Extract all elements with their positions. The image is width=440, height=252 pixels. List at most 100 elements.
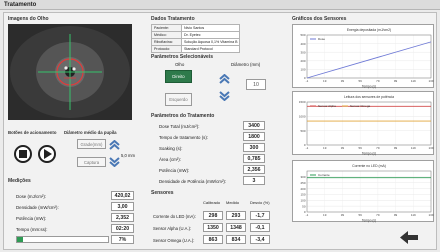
protocol-value: Standard Protocol: [180, 45, 241, 53]
chevron-down-icon[interactable]: [109, 157, 120, 167]
param-power-label: Potência (mW):: [159, 168, 190, 173]
doctor-label: Médico:: [151, 31, 182, 39]
x-axis-label: Tempo (s): [362, 85, 376, 89]
x-tick-label: 99: [394, 146, 398, 150]
x-tick-label: 139: [428, 213, 433, 217]
treatment-time-value: 1800: [243, 132, 265, 141]
legend-label: Corrente: [318, 173, 330, 177]
x-tick-label: 139: [428, 79, 433, 83]
alpha-deviation: -0,1: [250, 223, 270, 232]
y-tick-label: 100: [300, 198, 305, 202]
legend-label: Sensor Omega: [350, 104, 371, 108]
header-deviation: Desvio (%): [250, 200, 270, 205]
x-tick-label: 39: [341, 79, 345, 83]
soaking-value: 300: [243, 143, 265, 152]
x-tick-label: 139: [428, 146, 433, 150]
capture-button[interactable]: Captura: [77, 157, 106, 167]
x-tick-label: 59: [358, 213, 362, 217]
power-label: Potência (mW):: [16, 216, 47, 221]
x-tick-label: 99: [394, 79, 398, 83]
protocol-label: Protocolo:: [151, 45, 182, 53]
power-sensors-graph-svg: Leitura dos sensores de potência05001000…: [299, 95, 434, 156]
y-tick-label: 200: [300, 59, 305, 63]
right-eye-button[interactable]: Direito: [165, 70, 192, 83]
dose-label: Dose (mJ/cm²):: [16, 194, 47, 199]
x-tick-label: 19: [323, 213, 327, 217]
y-tick-label: 400: [300, 42, 305, 46]
treatment-time-label: Tempo de tratamento (s):: [159, 135, 209, 140]
total-dose-value: 3400: [243, 121, 265, 130]
time-value: 02:20: [111, 224, 134, 233]
plot-area: [306, 34, 432, 79]
area-label: Área (cm²):: [159, 157, 181, 162]
dose-value: 420,02: [111, 191, 134, 200]
led-current-graph: Corrente no LED (mA) 0 50 100 150 200 250 300 -1…: [292, 160, 434, 223]
led-current-graph-svg: Corrente no LED (mA)050100150200250300-1…: [300, 164, 433, 223]
back-button[interactable]: [398, 230, 420, 245]
diameter-down-icon[interactable]: [219, 91, 230, 101]
x-tick-label: 19: [323, 79, 327, 83]
play-button[interactable]: [38, 145, 56, 163]
power-sensors-graph: Leitura dos sensores de potência 0 500 1000…: [292, 91, 434, 156]
chart-title: Corrente no LED (mA): [352, 164, 386, 168]
riboflavin-label: Riboflavina:: [151, 38, 182, 46]
x-axis-label: Tempo (s): [362, 219, 376, 223]
selectable-params-title: Parâmetros Selecionáveis: [151, 54, 213, 60]
progress-value: 7%: [111, 235, 134, 244]
table-row: Protocolo: Standard Protocol: [151, 45, 241, 53]
x-tick-label: 59: [358, 79, 362, 83]
density-label: Densidade (mW/cm²):: [16, 205, 59, 210]
header-calibrated: Calibrado: [203, 200, 221, 205]
x-tick-label: -1: [306, 213, 309, 217]
alpha-calibrated: 1350: [203, 223, 223, 232]
diameter-up-icon[interactable]: [219, 74, 230, 84]
legend-label: Sensor Alpha: [318, 104, 336, 108]
y-tick-label: 300: [300, 175, 305, 179]
table-row: Riboflavina: Solução Aquosa 0,1% Vitamina…: [151, 38, 241, 46]
density-value: 3,00: [111, 202, 134, 211]
patient-value: Nivio Santos: [180, 24, 241, 32]
treatment-data-table: Paciente: Nivio Santos Médico: Dr. Eyetec …: [151, 24, 241, 53]
x-tick-label: 79: [376, 146, 380, 150]
grid-button[interactable]: Grade(mm): [77, 139, 106, 149]
x-tick-label: -1: [306, 79, 309, 83]
y-tick-label: 500: [300, 129, 305, 133]
power-density-label: Densidade de Potência (mW/cm²):: [159, 179, 227, 184]
treatment-data-title: Dados Tratamento: [151, 16, 195, 22]
measurements-title: Medições: [8, 178, 31, 184]
window-title: Tratamento: [0, 0, 440, 10]
y-tick-label: 1000: [299, 115, 306, 119]
action-buttons-title: Botões de acionamento: [8, 130, 57, 135]
progress-fill: [17, 237, 24, 242]
diameter-label: Diâmetro (mm): [231, 62, 261, 67]
plot-area: [306, 101, 432, 146]
graphs-title: Gráficos dos Sensores: [292, 16, 347, 22]
total-dose-label: Dose Total (mJ/cm²):: [159, 124, 200, 129]
stop-button[interactable]: [14, 145, 32, 163]
x-axis-label: Tempo (s): [362, 152, 376, 156]
eye-image: [8, 24, 132, 120]
y-tick-label: 200: [300, 187, 305, 191]
eye-crosshair-icon: [10, 26, 130, 118]
diameter-value[interactable]: 10: [246, 79, 266, 90]
time-label: Tempo (mm:ss):: [16, 227, 48, 232]
x-tick-label: 119: [411, 213, 416, 217]
y-tick-label: 500: [300, 33, 305, 37]
area-value: 0,785: [243, 154, 265, 163]
legend-label: Dose: [318, 37, 325, 41]
stop-icon: [19, 150, 27, 158]
x-tick-label: 99: [394, 213, 398, 217]
x-tick-label: 79: [376, 79, 380, 83]
chart-title: Energia depositada (mJ/cm2): [347, 28, 391, 32]
power-value: 2,352: [111, 213, 134, 222]
chevron-up-icon[interactable]: [109, 140, 120, 150]
alpha-label: Sensor Alpha (U.A.):: [153, 226, 192, 231]
left-eye-button[interactable]: Esquerdo: [165, 93, 192, 106]
x-tick-label: -1: [306, 146, 309, 150]
alpha-measured: 1348: [226, 223, 246, 232]
power-density-value: 3: [243, 176, 265, 185]
energy-graph-svg: Energia depositada (mJ/cm2)0100200300400…: [300, 28, 433, 89]
omega-label: Sensor Omega (U.A.):: [153, 238, 195, 243]
x-tick-label: 119: [411, 146, 416, 150]
y-tick-label: 250: [300, 181, 305, 185]
